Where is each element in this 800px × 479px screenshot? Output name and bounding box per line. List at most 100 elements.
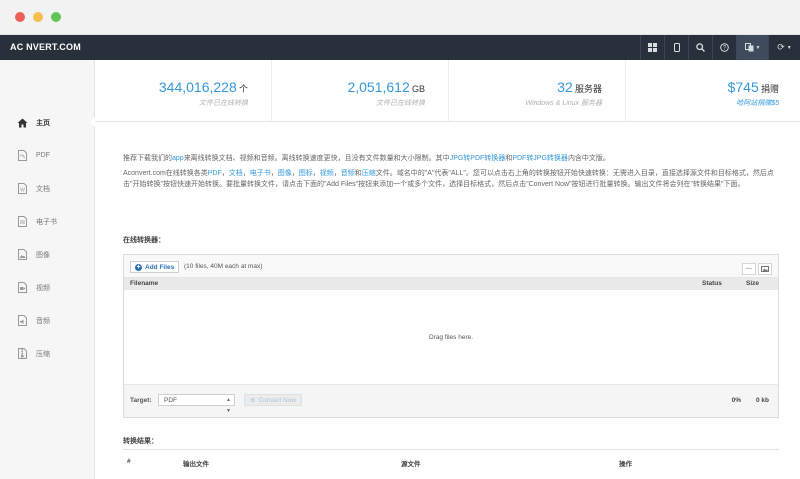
stat-donations: $745 捐赠 哈阿站捐赠$5 bbox=[626, 60, 800, 121]
sidebar-item-label: 文档 bbox=[36, 185, 50, 193]
target-label: Target: bbox=[130, 397, 152, 404]
grid-menu-button[interactable] bbox=[640, 35, 664, 60]
stat-unit: 捐赠 bbox=[760, 84, 779, 94]
help-icon: ? bbox=[720, 43, 729, 52]
column-index: # bbox=[127, 458, 131, 465]
video-link[interactable]: 视频 bbox=[320, 170, 334, 177]
intro-text-segment: 来离线转换文档、视频和音频。离线转换速度更快，且没有文件数量和大小限制。其中 bbox=[183, 155, 450, 162]
intro-paragraph-1: 推荐下载我们的app来离线转换文档、视频和音频。离线转换速度更快，且没有文件数量… bbox=[123, 153, 779, 164]
search-button[interactable] bbox=[688, 35, 712, 60]
close-window-button[interactable] bbox=[15, 12, 25, 22]
help-button[interactable]: ? bbox=[712, 35, 736, 60]
stat-unit: 服务器 bbox=[574, 84, 602, 94]
stat-unit: GB bbox=[411, 84, 425, 94]
minimize-window-button[interactable] bbox=[33, 12, 43, 22]
sidebar-item-home[interactable]: 主页 bbox=[0, 106, 96, 139]
refresh-dropdown[interactable]: ⟳ ▼ bbox=[768, 35, 800, 60]
conversion-results-title: 转换结果： bbox=[123, 438, 158, 445]
archive-file-icon bbox=[17, 348, 28, 360]
list-view-button[interactable]: — bbox=[742, 263, 756, 275]
uploader-toolbar: + Add Files (10 files, 40M each at max) … bbox=[124, 255, 778, 278]
pdf-file-icon bbox=[17, 150, 28, 162]
stat-number: $745 bbox=[727, 79, 759, 95]
convert-now-label: Convert Now bbox=[258, 396, 297, 404]
donate-link[interactable]: 哈阿站捐赠$5 bbox=[626, 98, 779, 108]
chevron-down-icon: ▼ bbox=[755, 44, 761, 51]
grid-icon bbox=[648, 43, 657, 52]
stat-number: 344,016,228 bbox=[158, 79, 237, 95]
video-file-icon bbox=[17, 282, 28, 294]
jpg-to-pdf-link[interactable]: JPG转PDF转换器 bbox=[450, 155, 506, 162]
sidebar-item-label: 主页 bbox=[36, 119, 50, 127]
column-filename: Filename bbox=[130, 280, 159, 287]
column-source-file: 源文件 bbox=[401, 461, 421, 468]
search-icon bbox=[696, 43, 705, 52]
intro-text-segment: 和 bbox=[354, 170, 362, 177]
archive-link[interactable]: 压缩 bbox=[362, 170, 376, 177]
add-files-label: Add Files bbox=[145, 263, 175, 271]
sidebar-item-document[interactable]: W 文档 bbox=[0, 172, 95, 205]
stat-caption: Windows & Linux 服务器 bbox=[525, 100, 602, 107]
column-actions: 操作 bbox=[619, 461, 632, 468]
ebook-link[interactable]: 电子书 bbox=[250, 170, 271, 177]
target-format-value: PDF bbox=[164, 397, 177, 404]
sidebar: 主页 PDF W 文档 电子书 图像 视频 音频 压缩 bbox=[0, 60, 96, 479]
mobile-button[interactable] bbox=[664, 35, 688, 60]
stat-caption: 文件已在线转换 bbox=[376, 100, 425, 107]
stat-data-converted: 2,051,612 GB 文件已在线转换 bbox=[272, 60, 449, 121]
pdf-to-jpg-link[interactable]: PDF转JPG转换器 bbox=[512, 155, 568, 162]
app-link[interactable]: app bbox=[172, 155, 184, 162]
stat-number: 32 bbox=[557, 79, 573, 95]
target-format-select[interactable]: PDF ▲ ▼ bbox=[158, 394, 235, 414]
word-file-icon: W bbox=[17, 183, 28, 195]
convert-icon: ⊕ bbox=[250, 397, 256, 404]
icon-link[interactable]: 图标 bbox=[299, 170, 313, 177]
sidebar-item-image[interactable]: 图像 bbox=[0, 238, 95, 271]
document-link[interactable]: 文档 bbox=[229, 170, 243, 177]
top-navbar: AC NVERT.COM ? ▼ ⟳ ▼ bbox=[0, 35, 800, 60]
sidebar-item-audio[interactable]: 音频 bbox=[0, 304, 95, 337]
thumbnail-view-button[interactable] bbox=[758, 263, 772, 275]
add-files-hint: (10 files, 40M each at max) bbox=[184, 263, 263, 270]
file-uploader: + Add Files (10 files, 40M each at max) … bbox=[123, 254, 779, 418]
results-table-header: # 输出文件 源文件 操作 bbox=[123, 449, 779, 479]
intro-paragraph-2: Aconvert.com在线转换各类PDF，文档，电子书，图像，图标，视频，音频… bbox=[123, 170, 774, 188]
svg-text:W: W bbox=[20, 188, 25, 194]
column-output-file: 输出文件 bbox=[183, 461, 209, 468]
stat-servers: 32 服务器 Windows & Linux 服务器 bbox=[449, 60, 626, 121]
stat-unit: 个 bbox=[238, 84, 248, 94]
sidebar-item-label: 电子书 bbox=[36, 218, 57, 226]
image-file-icon bbox=[17, 249, 28, 261]
home-icon bbox=[17, 117, 28, 129]
picture-icon bbox=[761, 266, 769, 272]
stats-strip: 344,016,228 个 文件已在线转换 2,051,612 GB 文件已在线… bbox=[95, 60, 800, 122]
add-files-button[interactable]: + Add Files bbox=[130, 261, 180, 273]
pdf-link[interactable]: PDF bbox=[208, 170, 222, 177]
updown-arrow-icon: ▲ ▼ bbox=[226, 397, 231, 414]
stat-caption: 文件已在线转换 bbox=[199, 100, 248, 107]
intro-text-segment: Aconvert.com在线转换各类 bbox=[123, 170, 208, 177]
site-logo[interactable]: AC NVERT.COM bbox=[10, 42, 81, 52]
overall-progress: 0% bbox=[731, 397, 741, 404]
stat-number: 2,051,612 bbox=[347, 79, 410, 95]
drop-zone[interactable]: Drag files here. bbox=[124, 290, 778, 384]
sidebar-item-ebook[interactable]: 电子书 bbox=[0, 205, 95, 238]
column-size: Size bbox=[746, 280, 760, 287]
refresh-icon: ⟳ bbox=[777, 42, 785, 52]
sidebar-item-label: 图像 bbox=[36, 251, 50, 259]
sidebar-item-archive[interactable]: 压缩 bbox=[0, 337, 95, 370]
total-size: 0 kb bbox=[755, 397, 769, 404]
audio-link[interactable]: 音频 bbox=[341, 170, 355, 177]
language-dropdown[interactable]: ▼ bbox=[736, 35, 768, 60]
maximize-window-button[interactable] bbox=[51, 12, 61, 22]
drop-zone-text: Drag files here. bbox=[428, 333, 474, 341]
column-status: Status bbox=[702, 280, 722, 287]
sidebar-item-video[interactable]: 视频 bbox=[0, 271, 95, 304]
sidebar-item-pdf[interactable]: PDF bbox=[0, 139, 95, 172]
intro-text: 推荐下载我们的app来离线转换文档、视频和音频。离线转换速度更快，且没有文件数量… bbox=[123, 153, 779, 190]
convert-now-button[interactable]: ⊕ Convert Now bbox=[244, 394, 303, 406]
intro-text-segment: 推荐下载我们的 bbox=[123, 155, 172, 162]
chevron-down-icon: ▼ bbox=[786, 44, 792, 51]
sidebar-item-label: 音频 bbox=[36, 317, 50, 325]
image-link[interactable]: 图像 bbox=[278, 170, 292, 177]
